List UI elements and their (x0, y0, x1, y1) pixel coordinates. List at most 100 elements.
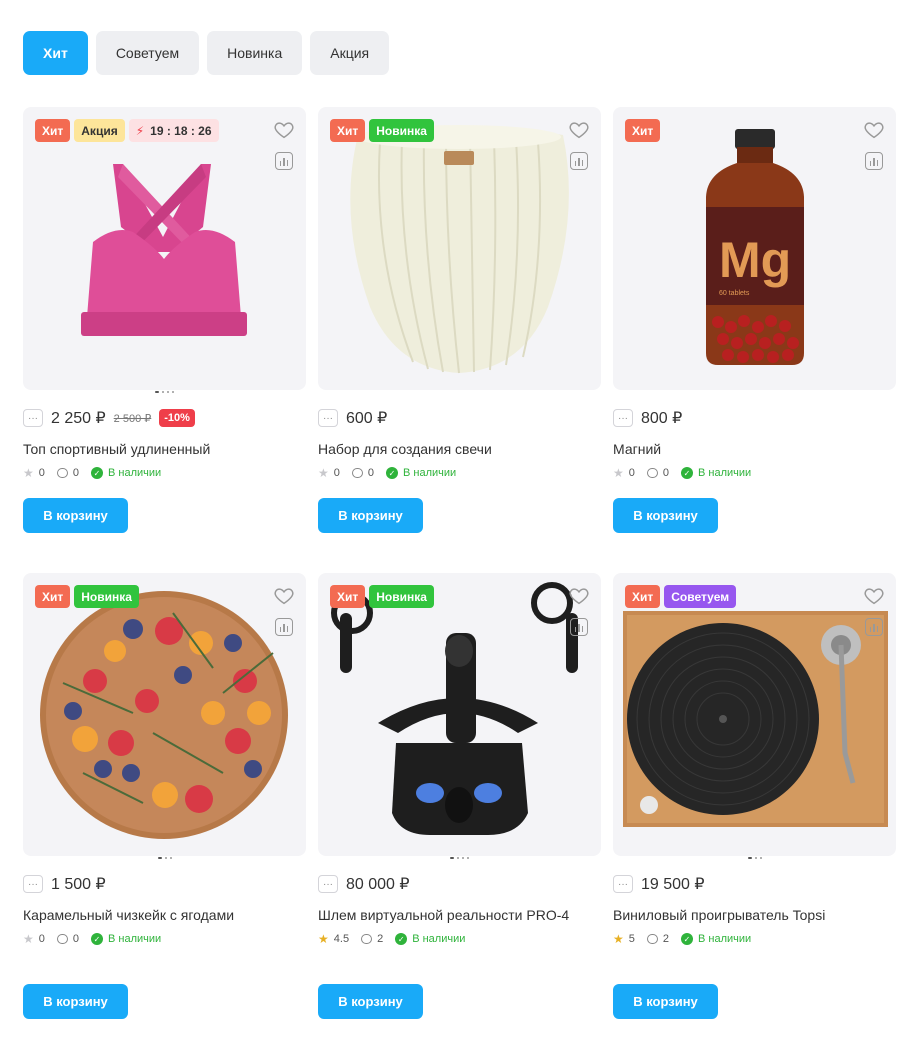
add-to-cart-button[interactable]: В корзину (318, 984, 423, 1019)
rating: 4.5 (333, 933, 350, 945)
more-options-button[interactable]: ··· (613, 409, 633, 427)
add-to-cart-button[interactable]: В корзину (318, 498, 423, 533)
image-pagination (23, 856, 306, 860)
badge-new: Новинка (74, 585, 139, 608)
compare-icon[interactable] (275, 152, 293, 170)
badges: Хит Советуем (625, 585, 737, 608)
reviews-count: 0 (72, 467, 80, 479)
product-image-area[interactable]: Хит Новинка (318, 107, 601, 390)
badges: Хит Акция ⚡ 19 : 18 : 26 (35, 119, 219, 142)
price: 800 ₽ (641, 410, 683, 427)
heart-icon[interactable] (568, 585, 590, 607)
product-image-area[interactable]: Хит Акция ⚡ 19 : 18 : 26 (23, 107, 306, 390)
filter-tabs: Хит Советуем Новинка Акция (23, 31, 390, 75)
price: 2 250 ₽ (51, 410, 106, 427)
product-image-area[interactable]: Хит Новинка (318, 573, 601, 856)
product-photo (350, 125, 569, 374)
check-icon: ✓ (91, 933, 104, 945)
product-title[interactable]: Магний (613, 441, 661, 457)
check-icon: ✓ (386, 467, 399, 479)
image-pagination (23, 390, 306, 394)
price-row: ··· 600 ₽ (318, 408, 387, 428)
stock-status: В наличии (412, 933, 466, 945)
comment-icon (351, 468, 363, 478)
product-title[interactable]: Карамельный чизкейк с ягодами (23, 907, 234, 923)
rating: 0 (38, 933, 45, 945)
rating: 0 (628, 467, 635, 479)
star-icon: ★ (23, 466, 34, 480)
product-image-area[interactable]: Хит Mg 60 tablets (613, 107, 896, 390)
star-icon: ★ (23, 932, 34, 946)
star-icon: ★ (318, 932, 329, 946)
heart-icon[interactable] (273, 585, 295, 607)
badge-hit: Хит (625, 119, 661, 142)
discount-badge: -10% (159, 409, 195, 427)
compare-icon[interactable] (570, 152, 588, 170)
tab-hit[interactable]: Хит (23, 31, 88, 75)
add-to-cart-button[interactable]: В корзину (23, 498, 128, 533)
more-options-button[interactable]: ··· (613, 875, 633, 893)
more-options-button[interactable]: ··· (23, 409, 43, 427)
compare-icon[interactable] (865, 152, 883, 170)
product-photo (331, 582, 578, 835)
price-row: ··· 80 000 ₽ (318, 874, 410, 894)
badge-hit: Хит (330, 585, 366, 608)
reviews-count: 0 (367, 467, 375, 479)
product-title[interactable]: Топ спортивный удлиненный (23, 441, 210, 457)
badge-sale: Акция (74, 119, 125, 142)
product-card: Хит Акция ⚡ 19 : 18 : 26 ··· 2 250 ₽ 2 5… (23, 107, 306, 533)
badges: Хит Новинка (35, 585, 139, 608)
comment-icon (646, 468, 658, 478)
check-icon: ✓ (395, 933, 408, 945)
rating: 5 (628, 933, 635, 945)
product-card: Хит Новинка ··· 1 500 ₽ Карамельный чизк… (23, 573, 306, 1019)
add-to-cart-button[interactable]: В корзину (613, 498, 718, 533)
heart-icon[interactable] (273, 119, 295, 141)
price-row: ··· 1 500 ₽ (23, 874, 106, 894)
comment-icon (646, 934, 658, 944)
product-image-area[interactable]: Хит Новинка (23, 573, 306, 856)
product-meta: ★ 4.5 2 ✓ В наличии (318, 932, 471, 946)
product-card: Хит Mg 60 tablets ··· 800 ₽ Магний ★ 0 0… (613, 107, 896, 533)
badge-new: Новинка (369, 585, 434, 608)
add-to-cart-button[interactable]: В корзину (23, 984, 128, 1019)
heart-icon[interactable] (568, 119, 590, 141)
product-card: Хит Новинка ··· 80 000 ₽ Шлем виртуально… (318, 573, 601, 1019)
compare-icon[interactable] (865, 618, 883, 636)
stock-status: В наличии (698, 933, 752, 945)
compare-icon[interactable] (570, 618, 588, 636)
product-card: Хит Советуем ··· 19 500 ₽ Виниловый прои… (613, 573, 896, 1019)
price-row: ··· 2 250 ₽ 2 500 ₽ -10% (23, 408, 195, 428)
more-options-button[interactable]: ··· (318, 409, 338, 427)
heart-icon[interactable] (863, 119, 885, 141)
product-photo: Mg 60 tablets (706, 129, 804, 365)
badges: Хит (625, 119, 661, 142)
comment-icon (56, 934, 68, 944)
product-title[interactable]: Виниловый проигрыватель Topsi (613, 907, 825, 923)
tab-new[interactable]: Новинка (207, 31, 303, 75)
stock-status: В наличии (403, 467, 457, 479)
product-title[interactable]: Шлем виртуальной реальности PRO-4 (318, 907, 569, 923)
old-price: 2 500 ₽ (113, 412, 152, 425)
image-pagination (613, 856, 896, 860)
tab-sale[interactable]: Акция (310, 31, 390, 75)
rating: 0 (333, 467, 340, 479)
product-title[interactable]: Набор для создания свечи (318, 441, 492, 457)
heart-icon[interactable] (863, 585, 885, 607)
price-row: ··· 19 500 ₽ (613, 874, 705, 894)
more-options-button[interactable]: ··· (318, 875, 338, 893)
more-options-button[interactable]: ··· (23, 875, 43, 893)
badges: Хит Новинка (330, 119, 434, 142)
add-to-cart-button[interactable]: В корзину (613, 984, 718, 1019)
image-pagination (318, 856, 601, 860)
product-image-area[interactable]: Хит Советуем (613, 573, 896, 856)
product-grid: Хит Акция ⚡ 19 : 18 : 26 ··· 2 250 ₽ 2 5… (23, 107, 896, 1019)
compare-icon[interactable] (275, 618, 293, 636)
check-icon: ✓ (681, 467, 694, 479)
product-photo (40, 591, 288, 839)
price-row: ··· 800 ₽ (613, 408, 682, 428)
reviews-count: 2 (662, 933, 670, 945)
badge-new: Новинка (369, 119, 434, 142)
tab-recommend[interactable]: Советуем (95, 31, 200, 75)
badge-recommend: Советуем (664, 585, 737, 608)
